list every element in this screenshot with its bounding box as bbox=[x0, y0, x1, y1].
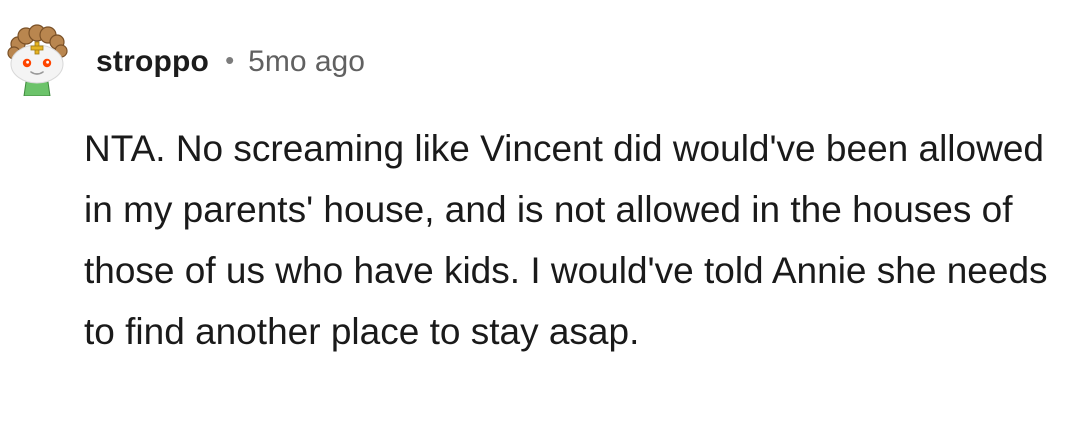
comment-timestamp: 5mo ago bbox=[248, 45, 365, 78]
comment-body: NTA. No screaming like Vincent did would… bbox=[84, 128, 1048, 352]
comment-header: stroppo • 5mo ago bbox=[96, 40, 365, 84]
separator-dot: • bbox=[225, 45, 235, 75]
user-avatar-icon[interactable] bbox=[4, 22, 70, 97]
comment: stroppo • 5mo ago NTA. No screaming like… bbox=[0, 0, 1080, 440]
author-username[interactable]: stroppo bbox=[96, 45, 209, 79]
